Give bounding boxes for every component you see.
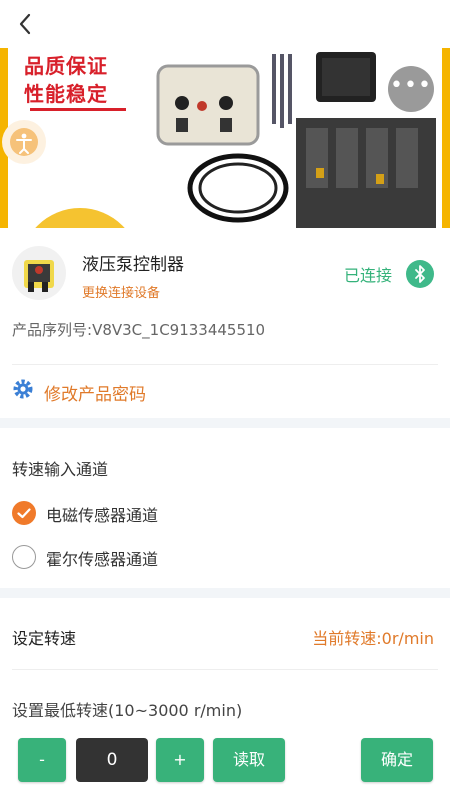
confirm-button[interactable]: 确定 [361, 738, 433, 782]
section-gap [0, 418, 450, 428]
connection-status: 已连接 [344, 266, 393, 285]
change-password-link[interactable]: 修改产品密码 [44, 380, 146, 405]
current-speed: 当前转速:0r/min [312, 629, 434, 648]
section-gap [0, 588, 450, 598]
accessibility-float-icon[interactable] [0, 118, 48, 166]
min-speed-label: 设置最低转速(10~3000 r/min) [12, 701, 243, 720]
banner-stripe [442, 48, 450, 228]
decrement-button[interactable]: - [18, 738, 66, 782]
serial-number: 产品序列号:V8V3C_1C9133445510 [12, 319, 265, 340]
change-device-link[interactable]: 更换连接设备 [82, 282, 160, 301]
channel-title: 转速输入通道 [12, 460, 109, 479]
speed-input-channel-section: 转速输入通道 电磁传感器通道 霍尔传感器通道 [0, 428, 450, 588]
divider [12, 669, 438, 670]
radio-checked-icon[interactable] [12, 501, 36, 525]
back-arrow-icon[interactable] [12, 10, 40, 38]
banner-sun-shape [20, 208, 140, 228]
gear-icon [12, 378, 34, 400]
banner-slogan-quality: 品质保证 [24, 54, 108, 78]
device-info-section: 液压泵控制器 更换连接设备 已连接 产品序列号:V8V3C_1C91334455… [0, 228, 450, 418]
bluetooth-icon [406, 260, 434, 288]
radio-unchecked-icon[interactable] [12, 545, 36, 569]
divider [12, 364, 438, 365]
read-button[interactable]: 读取 [213, 738, 285, 782]
serial-label: 产品序列号: [12, 321, 93, 339]
product-banner[interactable]: 品质保证 性能稳定 [0, 48, 450, 228]
top-bar [0, 0, 450, 48]
slogan-underline [30, 108, 126, 111]
radio-label: 霍尔传感器通道 [46, 550, 159, 569]
device-name: 液压泵控制器 [82, 255, 184, 275]
speed-value-input[interactable]: 0 [76, 738, 148, 782]
speed-setting-section: 设定转速 当前转速:0r/min 设置最低转速(10~3000 r/min) -… [0, 598, 450, 800]
speed-title: 设定转速 [12, 629, 77, 648]
radio-label: 电磁传感器通道 [46, 506, 159, 525]
increment-button[interactable]: + [156, 738, 204, 782]
device-thumbnail [12, 246, 66, 300]
serial-value: V8V3C_1C9133445510 [92, 321, 266, 339]
more-options-button[interactable]: ••• [388, 66, 434, 112]
banner-slogan-stable: 性能稳定 [24, 82, 108, 106]
